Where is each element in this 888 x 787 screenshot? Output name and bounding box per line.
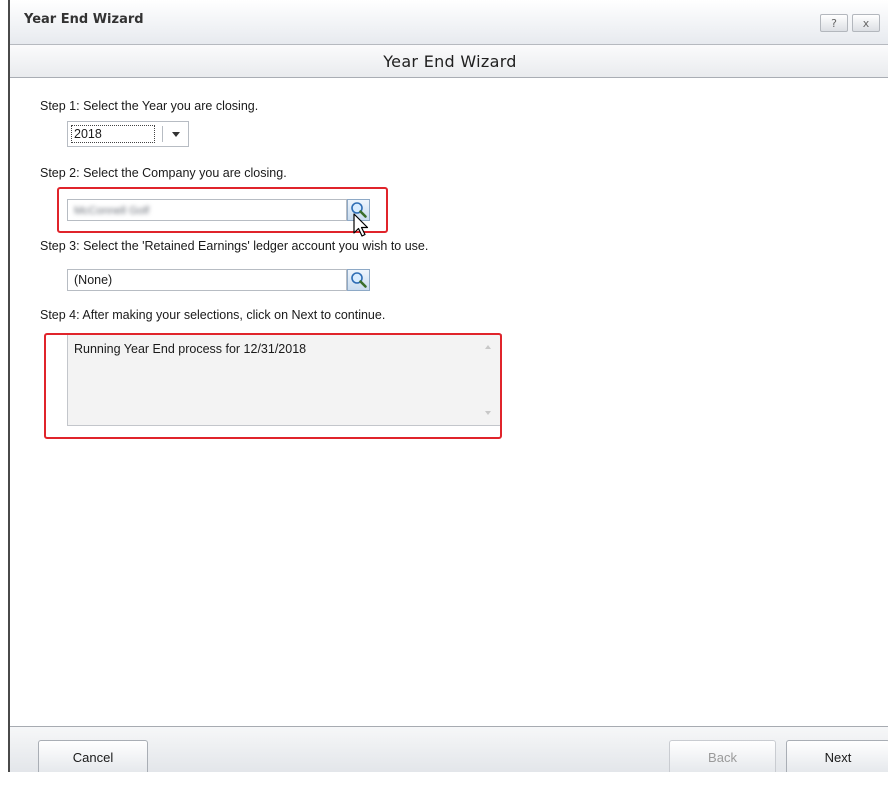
step3-label: Step 3: Select the 'Retained Earnings' l…	[40, 239, 429, 253]
cancel-button[interactable]: Cancel	[38, 740, 148, 772]
title-bar: Year End Wizard ? x	[10, 0, 888, 45]
back-button[interactable]: Back	[669, 740, 776, 772]
close-button[interactable]: x	[852, 14, 880, 32]
year-end-wizard-window: Year End Wizard ? x Year End Wizard Step…	[8, 0, 888, 772]
window-title: Year End Wizard	[24, 12, 144, 27]
wizard-title: Year End Wizard	[383, 52, 517, 71]
step2-label: Step 2: Select the Company you are closi…	[40, 166, 287, 180]
help-button[interactable]: ?	[820, 14, 848, 32]
retained-earnings-field[interactable]: (None)	[67, 269, 347, 291]
next-button[interactable]: Next	[786, 740, 888, 772]
log-highlight-box	[44, 333, 502, 439]
magnifier-icon	[351, 272, 367, 288]
dropdown-separator	[162, 126, 163, 142]
wizard-header: Year End Wizard	[10, 44, 888, 78]
company-highlight-box	[57, 187, 388, 233]
year-dropdown-value: 2018	[71, 125, 155, 143]
step1-label: Step 1: Select the Year you are closing.	[40, 99, 259, 113]
ledger-search-button[interactable]	[347, 269, 370, 291]
year-dropdown[interactable]: 2018	[67, 121, 189, 147]
mouse-pointer-icon	[353, 213, 369, 237]
chevron-down-icon[interactable]	[172, 132, 180, 137]
step4-label: Step 4: After making your selections, cl…	[40, 308, 386, 322]
